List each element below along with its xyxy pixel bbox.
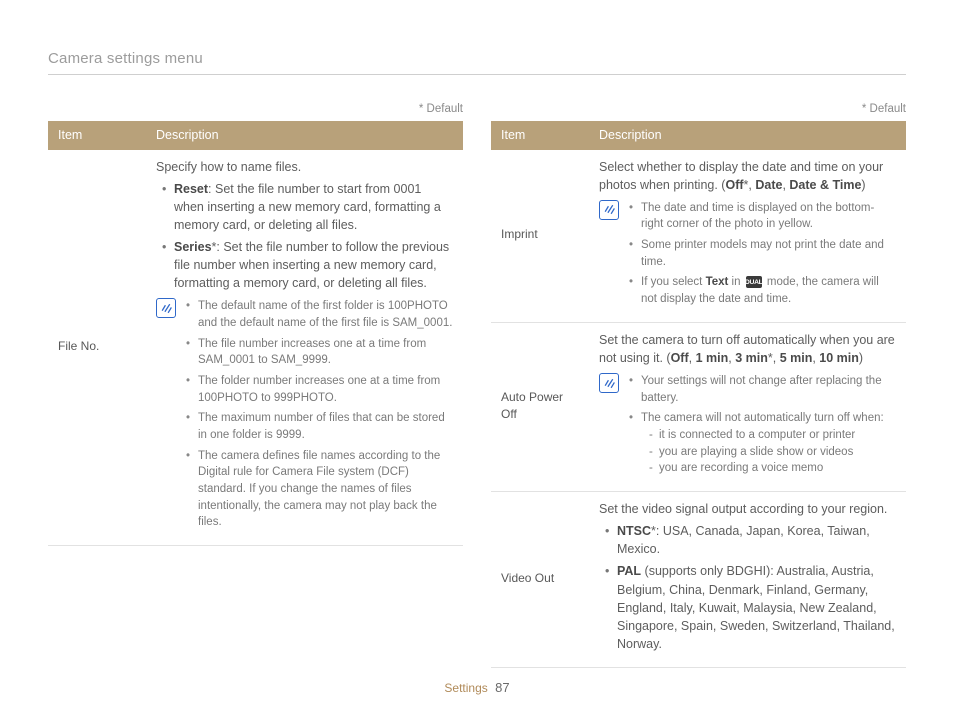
label-auto-power-off: Auto Power Off	[491, 322, 589, 491]
video-out-ntsc: NTSC*: USA, Canada, Japan, Korea, Taiwan…	[605, 522, 896, 558]
default-marker-left: * Default	[48, 101, 463, 118]
file-no-note-3: The maximum number of files that can be …	[186, 410, 453, 443]
mode-dial-icon: DUAL	[746, 276, 762, 288]
label-imprint: Imprint	[491, 150, 589, 323]
file-no-series: Series*: Set the file number to follow t…	[162, 238, 453, 292]
file-no-intro: Specify how to name files.	[156, 158, 453, 176]
page-footer: Settings 87	[0, 679, 954, 698]
imprint-note-2: If you select Text in DUAL mode, the cam…	[629, 274, 896, 307]
row-auto-power-off: Auto Power Off Set the camera to turn of…	[491, 322, 906, 491]
label-video-out: Video Out	[491, 492, 589, 668]
th-item-r: Item	[491, 121, 589, 149]
apo-note-1: The camera will not automatically turn o…	[629, 410, 896, 477]
file-no-note-0: The default name of the first folder is …	[186, 298, 453, 331]
apo-intro: Set the camera to turn off automatically…	[599, 331, 896, 367]
file-no-reset: Reset: Set the file number to start from…	[162, 180, 453, 234]
note-icon	[599, 373, 619, 393]
imprint-intro: Select whether to display the date and t…	[599, 158, 896, 194]
video-out-intro: Set the video signal output according to…	[599, 500, 896, 518]
note-icon	[156, 298, 176, 318]
note-icon	[599, 200, 619, 220]
left-column: * Default Item Description File No. Spec…	[48, 101, 463, 668]
th-desc: Description	[146, 121, 463, 149]
imprint-note-1: Some printer models may not print the da…	[629, 237, 896, 270]
apo-sub-2: you are recording a voice memo	[649, 460, 896, 477]
right-column: * Default Item Description Imprint Selec…	[491, 101, 906, 668]
section-title: Camera settings menu	[48, 48, 906, 75]
apo-sub-0: it is connected to a computer or printer	[649, 427, 896, 444]
settings-table-right: Item Description Imprint Select whether …	[491, 121, 906, 668]
row-file-no: File No. Specify how to name files. Rese…	[48, 150, 463, 546]
row-video-out: Video Out Set the video signal output ac…	[491, 492, 906, 668]
settings-table-left: Item Description File No. Specify how to…	[48, 121, 463, 546]
apo-note-0: Your settings will not change after repl…	[629, 373, 896, 406]
footer-page-number: 87	[495, 680, 509, 695]
row-imprint: Imprint Select whether to display the da…	[491, 150, 906, 323]
apo-notebox: Your settings will not change after repl…	[599, 373, 896, 481]
video-out-pal: PAL (supports only BDGHI): Australia, Au…	[605, 562, 896, 653]
th-desc-r: Description	[589, 121, 906, 149]
file-no-note-2: The folder number increases one at a tim…	[186, 373, 453, 406]
imprint-note-0: The date and time is displayed on the bo…	[629, 200, 896, 233]
th-item: Item	[48, 121, 146, 149]
imprint-notebox: The date and time is displayed on the bo…	[599, 200, 896, 312]
footer-section: Settings	[444, 681, 487, 695]
file-no-note-4: The camera defines file names according …	[186, 448, 453, 531]
label-file-no: File No.	[48, 150, 146, 546]
file-no-note-1: The file number increases one at a time …	[186, 336, 453, 369]
apo-sub-1: you are playing a slide show or videos	[649, 444, 896, 461]
default-marker-right: * Default	[491, 101, 906, 118]
file-no-notebox: The default name of the first folder is …	[156, 298, 453, 535]
